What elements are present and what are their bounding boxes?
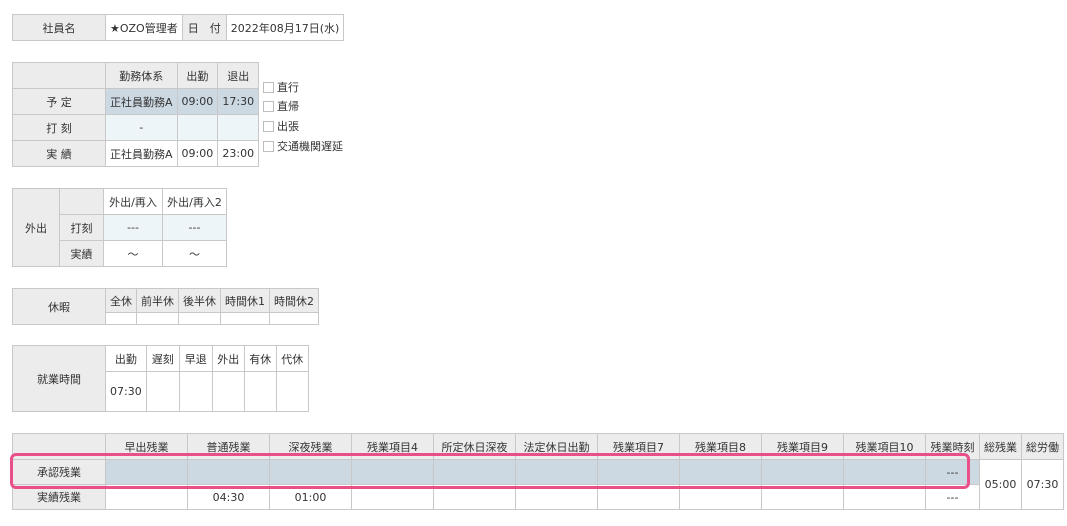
work-hours-header: 出勤 bbox=[105, 345, 147, 372]
work-hours-header: 外出 bbox=[211, 345, 245, 372]
leave-header: 時間休2 bbox=[269, 288, 319, 313]
outing-stamp-2: --- bbox=[162, 214, 227, 241]
work-hours-table: 就業時間 出勤 遅刻 早退 外出 有休 代休 07:30 bbox=[12, 345, 309, 412]
outing-label: 外出 bbox=[12, 188, 60, 267]
planned-in[interactable]: 09:00 bbox=[176, 88, 219, 115]
row-label: 実 績 bbox=[12, 140, 106, 167]
leave-header: 後半休 bbox=[178, 288, 221, 313]
employee-table: 社員名 ★OZO管理者 日 付 2022年08月17日(水) bbox=[12, 14, 345, 41]
leave-header: 全休 bbox=[105, 288, 137, 313]
outing-actual-1: ～ bbox=[103, 240, 163, 267]
outing-header: 外出/再入2 bbox=[162, 188, 227, 215]
checkbox-business-trip[interactable]: 出張 bbox=[263, 118, 299, 134]
overtime-header: 総労働 bbox=[1021, 433, 1064, 460]
stamp-in bbox=[176, 114, 219, 141]
outing-table: 外出 外出/再入 外出/再入2 打刻 --- --- 実績 ～ ～ bbox=[12, 188, 227, 267]
checkbox-direct-return[interactable]: 直帰 bbox=[263, 98, 299, 114]
checkbox-icon[interactable] bbox=[263, 120, 274, 132]
stamp-out bbox=[217, 114, 260, 141]
approved-overtime-highlight bbox=[10, 453, 970, 489]
total-work: 07:30 bbox=[1021, 459, 1064, 510]
actual-out: 23:00 bbox=[217, 140, 260, 167]
stamp-type: - bbox=[105, 114, 178, 141]
outing-actual-2: ～ bbox=[162, 240, 227, 267]
outing-header: 外出/再入 bbox=[103, 188, 163, 215]
planned-type[interactable]: 正社員勤務A bbox=[105, 88, 178, 115]
work-hours-value: 07:30 bbox=[105, 371, 147, 412]
employee-name: ★OZO管理者 bbox=[105, 14, 183, 41]
schedule-header: 出勤 bbox=[176, 62, 219, 89]
schedule-header: 勤務体系 bbox=[105, 62, 178, 89]
row-label: 打刻 bbox=[59, 214, 104, 241]
work-hours-label: 就業時間 bbox=[12, 345, 106, 412]
actual-in: 09:00 bbox=[176, 140, 219, 167]
row-label: 予 定 bbox=[12, 88, 106, 115]
date-value: 2022年08月17日(水) bbox=[225, 14, 345, 41]
checkbox-icon[interactable] bbox=[263, 100, 274, 112]
employee-name-label: 社員名 bbox=[12, 14, 106, 41]
outing-stamp-1: --- bbox=[103, 214, 163, 241]
schedule-table: 勤務体系 出勤 退出 予 定 正社員勤務A 09:00 17:30 打 刻 - … bbox=[12, 62, 260, 167]
work-hours-header: 遅刻 bbox=[145, 345, 180, 372]
planned-out[interactable]: 17:30 bbox=[217, 88, 260, 115]
row-label: 実績 bbox=[59, 240, 104, 267]
leave-header: 時間休1 bbox=[220, 288, 270, 313]
work-hours-header: 早退 bbox=[178, 345, 213, 372]
leave-label: 休暇 bbox=[12, 288, 106, 325]
work-hours-header: 有休 bbox=[243, 345, 277, 372]
schedule-header: 退出 bbox=[217, 62, 260, 89]
date-label: 日 付 bbox=[181, 14, 227, 41]
checkbox-direct-go[interactable]: 直行 bbox=[263, 79, 299, 95]
work-hours-header: 代休 bbox=[275, 345, 309, 372]
checkbox-icon[interactable] bbox=[263, 81, 274, 93]
checkbox-icon[interactable] bbox=[263, 140, 274, 152]
leave-header: 前半休 bbox=[136, 288, 179, 313]
leave-table: 休暇 全休 前半休 後半休 時間休1 時間休2 bbox=[12, 288, 319, 325]
row-label: 打 刻 bbox=[12, 114, 106, 141]
total-overtime: 05:00 bbox=[979, 459, 1022, 510]
actual-type: 正社員勤務A bbox=[105, 140, 178, 167]
checkbox-transit-delay[interactable]: 交通機関遅延 bbox=[263, 138, 343, 154]
overtime-header: 総残業 bbox=[979, 433, 1022, 460]
